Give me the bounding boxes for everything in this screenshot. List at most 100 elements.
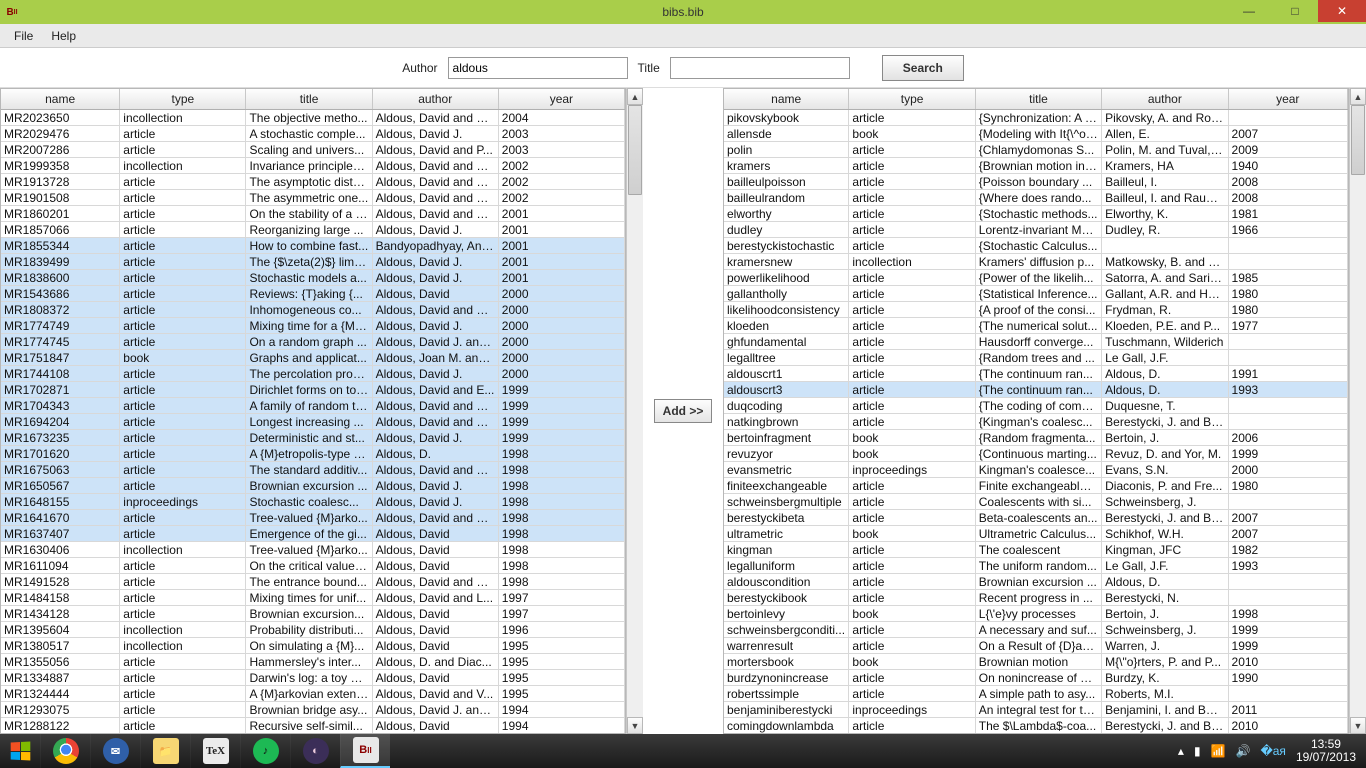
table-row[interactable]: MR1491528articleThe entrance bound...Ald… (1, 574, 625, 590)
taskbar-eclipse[interactable]: ◐ (290, 734, 340, 768)
table-row[interactable]: kramersnewincollectionKramers' diffusion… (724, 254, 1348, 270)
table-row[interactable]: MR1855344articleHow to combine fast...Ba… (1, 238, 625, 254)
table-row[interactable]: natkingbrownarticle{Kingman's coalesc...… (724, 414, 1348, 430)
column-header-type[interactable]: type (849, 89, 975, 109)
table-row[interactable]: legalluniformarticleThe uniform random..… (724, 558, 1348, 574)
taskbar-bibapp[interactable]: BII (340, 734, 390, 768)
table-row[interactable]: MR1857066articleReorganizing large ...Al… (1, 222, 625, 238)
tray-clock[interactable]: 13:59 19/07/2013 (1296, 738, 1356, 764)
table-row[interactable]: MR1808372articleInhomogeneous co...Aldou… (1, 302, 625, 318)
table-row[interactable]: MR2023650incollectionThe objective metho… (1, 110, 625, 126)
tray-network-icon[interactable]: �ая (1260, 744, 1285, 758)
table-row[interactable]: schweinsbergconditi...articleA necessary… (724, 622, 1348, 638)
column-header-title[interactable]: title (246, 89, 372, 109)
table-row[interactable]: MR1641670articleTree-valued {M}arko...Al… (1, 510, 625, 526)
taskbar-thunderbird[interactable]: ✉ (90, 734, 140, 768)
table-row[interactable]: burdzynonincreasearticleOn nonincrease o… (724, 670, 1348, 686)
table-row[interactable]: evansmetricinproceedingsKingman's coales… (724, 462, 1348, 478)
table-row[interactable]: MR1774745articleOn a random graph ...Ald… (1, 334, 625, 350)
column-header-name[interactable]: name (724, 89, 849, 109)
table-row[interactable]: MR1673235articleDeterministic and st...A… (1, 430, 625, 446)
start-button[interactable] (0, 734, 40, 768)
title-input[interactable] (670, 57, 850, 79)
table-row[interactable]: ultrametricbookUltrametric Calculus...Sc… (724, 526, 1348, 542)
table-row[interactable]: MR1543686articleReviews: {T}aking {...Al… (1, 286, 625, 302)
table-row[interactable]: benjaminiberestyckiinproceedingsAn integ… (724, 702, 1348, 718)
tray-show-hidden-icon[interactable]: ▴ (1178, 744, 1184, 758)
tray-volume-icon[interactable]: 🔊 (1236, 744, 1251, 758)
menu-file[interactable]: File (6, 26, 41, 46)
table-row[interactable]: likelihoodconsistencyarticle{A proof of … (724, 302, 1348, 318)
table-row[interactable]: bertoinlevybookL{\'e}vy processesBertoin… (724, 606, 1348, 622)
table-row[interactable]: MR1650567articleBrownian excursion ...Al… (1, 478, 625, 494)
scroll-up-icon[interactable]: ▲ (1350, 88, 1366, 105)
table-row[interactable]: MR1630406incollectionTree-valued {M}arko… (1, 542, 625, 558)
scroll-down-icon[interactable]: ▼ (627, 717, 643, 734)
table-row[interactable]: kramersarticle{Brownian motion in ...Kra… (724, 158, 1348, 174)
table-row[interactable]: berestyckibetaarticleBeta-coalescents an… (724, 510, 1348, 526)
table-row[interactable]: MR1704343articleA family of random tr...… (1, 398, 625, 414)
table-row[interactable]: MR1701620articleA {M}etropolis-type o...… (1, 446, 625, 462)
taskbar-chrome[interactable] (40, 734, 90, 768)
table-row[interactable]: MR1288122articleRecursive self-simil...A… (1, 718, 625, 733)
table-row[interactable]: bailleulpoissonarticle{Poisson boundary … (724, 174, 1348, 190)
table-row[interactable]: MR1637407articleEmergence of the gi...Al… (1, 526, 625, 542)
table-row[interactable]: MR1395604incollectionProbability distrib… (1, 622, 625, 638)
table-row[interactable]: MR1675063articleThe standard additiv...A… (1, 462, 625, 478)
table-row[interactable]: legalltreearticle{Random trees and ...Le… (724, 350, 1348, 366)
table-row[interactable]: ghfundamentalarticleHausdorff converge..… (724, 334, 1348, 350)
search-button[interactable]: Search (882, 55, 964, 81)
table-row[interactable]: aldouscrt1article{The continuum ran...Al… (724, 366, 1348, 382)
close-button[interactable]: ✕ (1318, 0, 1366, 22)
taskbar-explorer[interactable]: 📁 (140, 734, 190, 768)
table-row[interactable]: MR1694204articleLongest increasing ...Al… (1, 414, 625, 430)
table-row[interactable]: kingmanarticleThe coalescentKingman, JFC… (724, 542, 1348, 558)
scroll-up-icon[interactable]: ▲ (627, 88, 643, 105)
author-input[interactable] (448, 57, 628, 79)
add-button[interactable]: Add >> (654, 399, 713, 423)
column-header-author[interactable]: author (1102, 89, 1228, 109)
tray-wifi-icon[interactable]: 📶 (1211, 744, 1226, 758)
column-header-title[interactable]: title (976, 89, 1102, 109)
table-row[interactable]: pikovskybookarticle{Synchronization: A u… (724, 110, 1348, 126)
table-row[interactable]: MR1355056articleHammersley's inter...Ald… (1, 654, 625, 670)
table-row[interactable]: powerlikelihoodarticle{Power of the like… (724, 270, 1348, 286)
table-row[interactable]: mortersbookbookBrownian motionM{\"o}rter… (724, 654, 1348, 670)
table-row[interactable]: berestyckistochasticarticle{Stochastic C… (724, 238, 1348, 254)
scroll-thumb[interactable] (1351, 105, 1365, 175)
table-row[interactable]: allensdebook{Modeling with It{\^o}...All… (724, 126, 1348, 142)
table-row[interactable]: MR1838600articleStochastic models a...Al… (1, 270, 625, 286)
table-row[interactable]: gallanthollyarticle{Statistical Inferenc… (724, 286, 1348, 302)
taskbar-tex[interactable]: TeX (190, 734, 240, 768)
maximize-button[interactable]: □ (1272, 0, 1318, 22)
table-row[interactable]: MR1648155inproceedingsStochastic coalesc… (1, 494, 625, 510)
table-row[interactable]: MR1324444articleA {M}arkovian extens...A… (1, 686, 625, 702)
right-scrollbar[interactable]: ▲ ▼ (1349, 88, 1366, 734)
table-row[interactable]: finiteexchangeablearticleFinite exchange… (724, 478, 1348, 494)
table-row[interactable]: elworthyarticle{Stochastic methods...Elw… (724, 206, 1348, 222)
table-row[interactable]: bertoinfragmentbook{Random fragmenta...B… (724, 430, 1348, 446)
left-scrollbar[interactable]: ▲ ▼ (626, 88, 643, 734)
table-row[interactable]: MR2007286articleScaling and univers...Al… (1, 142, 625, 158)
table-row[interactable]: robertssimplearticleA simple path to asy… (724, 686, 1348, 702)
table-row[interactable]: MR1611094articleOn the critical value f.… (1, 558, 625, 574)
table-row[interactable]: MR1999358incollectionInvariance principl… (1, 158, 625, 174)
table-row[interactable]: MR2029476articleA stochastic comple...Al… (1, 126, 625, 142)
table-row[interactable]: MR1860201articleOn the stability of a b.… (1, 206, 625, 222)
scroll-down-icon[interactable]: ▼ (1350, 717, 1366, 734)
table-row[interactable]: aldouscrt3article{The continuum ran...Al… (724, 382, 1348, 398)
table-row[interactable]: MR1751847bookGraphs and applicat...Aldou… (1, 350, 625, 366)
table-row[interactable]: dudleyarticleLorentz-invariant Mar...Dud… (724, 222, 1348, 238)
table-row[interactable]: MR1901508articleThe asymmetric one...Ald… (1, 190, 625, 206)
table-row[interactable]: MR1334887articleDarwin's log: a toy m...… (1, 670, 625, 686)
table-row[interactable]: MR1484158articleMixing times for unif...… (1, 590, 625, 606)
column-header-year[interactable]: year (1229, 89, 1348, 109)
table-row[interactable]: MR1380517incollectionOn simulating a {M}… (1, 638, 625, 654)
scroll-thumb[interactable] (628, 105, 642, 195)
table-row[interactable]: duqcodingarticle{The coding of comp...Du… (724, 398, 1348, 414)
table-row[interactable]: warrenresultarticleOn a Result of {D}avi… (724, 638, 1348, 654)
table-row[interactable]: comingdownlambdaarticleThe $\Lambda$-coa… (724, 718, 1348, 733)
table-row[interactable]: MR1293075articleBrownian bridge asy...Al… (1, 702, 625, 718)
table-row[interactable]: kloedenarticle{The numerical solut...Klo… (724, 318, 1348, 334)
minimize-button[interactable]: — (1226, 0, 1272, 22)
